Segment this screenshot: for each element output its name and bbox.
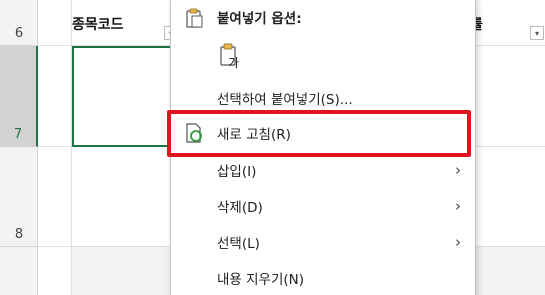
paste-values-icon[interactable]: 가 — [217, 42, 243, 70]
row-number: 7 — [13, 127, 23, 142]
row-number: 8 — [14, 227, 24, 242]
paste-options-header: 붙여넣기 옵션: — [171, 0, 475, 34]
chevron-right-icon: › — [455, 233, 461, 251]
row-header-column: 6 7 8 — [0, 0, 38, 295]
row-header-7[interactable]: 7 — [0, 46, 38, 147]
excel-sheet: 6 7 8 종목코드 ▾ 률 ▾ — [0, 0, 545, 295]
column-header-stock-code: 종목코드 — [72, 17, 124, 33]
clipboard-icon — [183, 7, 205, 29]
insert-label: 삽입(I) — [217, 164, 257, 180]
filter-dropdown-icon[interactable]: ▾ — [530, 26, 544, 40]
delete-label: 삭제(D) — [217, 200, 263, 216]
row-header-8[interactable]: 8 — [0, 147, 38, 247]
chevron-right-icon: › — [455, 161, 461, 179]
paste-values-option[interactable]: 가 — [171, 37, 475, 77]
paste-options-title: 붙여넣기 옵션: — [217, 11, 302, 27]
chevron-right-icon: › — [455, 197, 461, 215]
select-item[interactable]: 선택(L) › — [171, 225, 475, 259]
paste-special-label: 선택하여 붙여넣기(S)... — [217, 92, 353, 108]
delete-item[interactable]: 삭제(D) › — [171, 189, 475, 223]
row-header-6[interactable]: 6 — [0, 0, 38, 46]
refresh-highlight-box — [167, 110, 471, 157]
insert-item[interactable]: 삽입(I) › — [171, 153, 475, 187]
row-number: 6 — [14, 26, 24, 41]
select-label: 선택(L) — [217, 236, 260, 252]
clear-contents-item[interactable]: 내용 지우기(N) — [171, 261, 475, 295]
clear-contents-label: 내용 지우기(N) — [217, 272, 305, 288]
